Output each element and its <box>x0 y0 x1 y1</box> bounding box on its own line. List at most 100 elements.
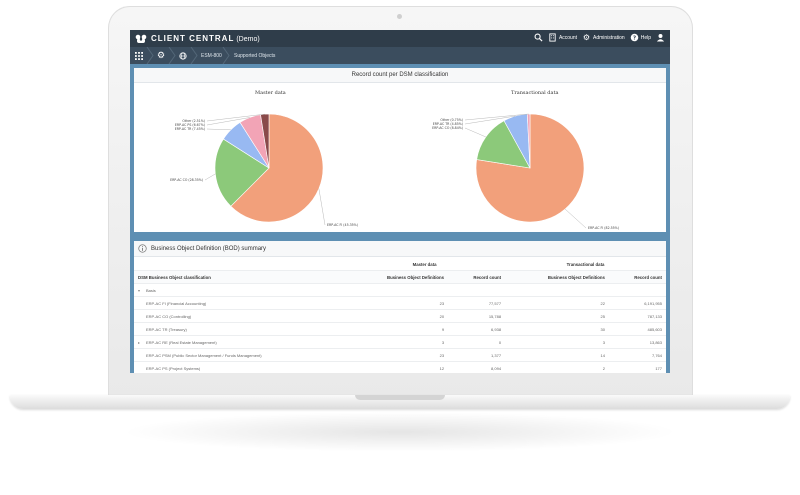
cell-master-count: 15,788 <box>448 309 506 323</box>
top-navbar: CLIENT CENTRAL (Demo) Account ⚙ Administr… <box>130 30 670 47</box>
cell-master-bod: 20 <box>344 309 449 323</box>
col-master-bod[interactable]: Business Object Definitions <box>344 270 449 284</box>
cell-trans-bod: 30 <box>505 322 609 336</box>
row-classification: ERP-AC TR (Treasury) <box>134 322 345 336</box>
cell-trans-count <box>608 283 666 297</box>
brand-title[interactable]: CLIENT CENTRAL (Demo) <box>151 34 260 43</box>
table-row[interactable]: ▾ Basis <box>134 283 666 297</box>
user-icon <box>656 33 665 42</box>
laptop-shadow <box>120 412 680 452</box>
app-screen: CLIENT CENTRAL (Demo) Account ⚙ Administr… <box>130 30 670 373</box>
table-row[interactable]: ERP-AC PS (Project Systems) 12 8,094 2 177 <box>134 361 666 373</box>
table-row[interactable]: ▸ ERP-AC RE (Real Estate Management) 3 0 3 13… <box>134 335 666 349</box>
table-header: DSM Business Object classification Busin… <box>134 270 666 284</box>
row-classification: ERP-AC PS (Project Systems) <box>134 361 345 373</box>
globe-icon <box>179 51 187 60</box>
cell-trans-bod: 14 <box>505 348 609 362</box>
apps-grid-button[interactable] <box>135 47 143 64</box>
row-toggle-icon[interactable]: ▸ <box>138 340 146 345</box>
brand-suffix: (Demo) <box>236 36 260 43</box>
cell-master-bod: 9 <box>344 322 449 336</box>
row-classification: ERP-AC CO (Controlling) <box>134 309 345 323</box>
cell-master-count <box>448 283 506 297</box>
chevron-right-icon <box>222 47 230 64</box>
cell-trans-count: 787,133 <box>608 309 666 323</box>
bod-summary-panel: Business Object Definition (BOD) summary… <box>134 241 666 373</box>
row-name: ERP-AC PS (Project Systems) <box>146 365 201 371</box>
group-transactional-data: Transactional data <box>505 258 666 271</box>
label-leader-line <box>564 208 587 229</box>
row-classification: ERP-AC PSM (Public Sector Management / F… <box>134 348 345 362</box>
table-row[interactable]: ERP-AC TR (Treasury) 9 6,938 30 485,603 <box>134 322 666 336</box>
breadcrumb: ⚙ ESM-800 Supported Objects <box>130 47 670 64</box>
cell-master-count: 0 <box>448 335 506 349</box>
col-master-count[interactable]: Record count <box>448 270 506 284</box>
cell-trans-bod: 3 <box>505 335 609 349</box>
account-menu[interactable]: Account <box>548 33 577 42</box>
pie-slice-label: Other (2.51%) <box>182 119 205 123</box>
record-count-panel: Record count per DSM classification Mast… <box>134 68 666 232</box>
bod-summary-header: Business Object Definition (BOD) summary <box>134 241 666 257</box>
grid-icon <box>135 51 143 60</box>
row-classification: ▾ Basis <box>134 283 345 297</box>
row-name: ERP-AC FI (Financial Accounting) <box>146 300 207 306</box>
cell-trans-count: 6,191,955 <box>608 296 666 310</box>
user-menu[interactable] <box>656 33 665 42</box>
col-trans-bod[interactable]: Business Object Definitions <box>505 270 609 284</box>
row-name: ERP-AC RE (Real Estate Management) <box>146 339 217 345</box>
row-toggle-icon[interactable]: ▾ <box>138 288 146 293</box>
group-spacer <box>134 258 345 271</box>
help-menu[interactable]: ? Help <box>630 33 651 42</box>
cell-trans-bod: 22 <box>505 296 609 310</box>
settings-crumb[interactable]: ⚙ <box>157 47 165 64</box>
cell-master-bod: 23 <box>344 348 449 362</box>
account-label: Account <box>558 34 578 41</box>
search-button[interactable] <box>534 33 543 42</box>
label-leader-line <box>204 173 216 181</box>
cell-master-count: 8,094 <box>448 361 506 373</box>
cell-trans-bod: 25 <box>505 309 609 323</box>
record-count-title: Record count per DSM classification <box>134 68 666 83</box>
table-row[interactable]: ERP-AC FI (Financial Accounting) 23 77,577… <box>134 296 666 310</box>
cell-trans-bod: 2 <box>505 361 609 373</box>
cell-master-bod <box>344 283 449 297</box>
col-trans-count[interactable]: Record count <box>608 270 666 284</box>
transactional-pie-chart: ERP-AC FI (82.55%) ERP-AC CO (8.84%)ERP-A… <box>432 113 619 230</box>
breadcrumb-item-esm[interactable]: ESM-800 <box>201 47 222 64</box>
table-group-header: Master data Transactional data <box>134 258 666 271</box>
pie-slice-label: ERP-AC FI (45.35%) <box>327 223 358 227</box>
breadcrumb-item-supported-objects[interactable]: Supported Objects <box>234 47 275 64</box>
chevron-right-icon <box>168 47 176 64</box>
table-row[interactable]: ERP-AC PSM (Public Sector Management / F… <box>134 348 666 362</box>
table-row[interactable]: ERP-AC CO (Controlling) 20 15,788 25 787,133 <box>134 309 666 323</box>
pie-slice-label: ERP-AC TR (7.45%) <box>175 127 205 131</box>
globe-crumb[interactable] <box>179 47 187 64</box>
cell-master-bod: 12 <box>344 361 449 373</box>
row-classification: ▸ ERP-AC RE (Real Estate Management) <box>134 335 345 349</box>
chevron-right-icon <box>146 47 154 64</box>
cell-master-bod: 23 <box>344 296 449 310</box>
cell-trans-count: 7,764 <box>608 348 666 362</box>
administration-menu[interactable]: ⚙ Administration <box>582 33 625 42</box>
col-classification[interactable]: DSM Business Object classification <box>134 270 345 284</box>
row-name: ERP-AC CO (Controlling) <box>146 313 192 319</box>
laptop-notch <box>355 395 445 400</box>
label-leader-line <box>464 127 486 138</box>
row-classification: ERP-AC FI (Financial Accounting) <box>134 296 345 310</box>
pie-slice-label: ERP-AC FI (82.55%) <box>588 226 619 230</box>
cell-trans-count: 13,863 <box>608 335 666 349</box>
building-icon <box>549 33 556 42</box>
row-name: ERP-AC TR (Treasury) <box>146 326 187 332</box>
logo-icon <box>135 34 147 43</box>
gear-icon: ⚙ <box>582 33 591 42</box>
pie-slice-label: ERP-AC CO (8.84%) <box>432 126 463 130</box>
brand-name: CLIENT CENTRAL <box>151 34 235 43</box>
chevron-right-icon <box>190 47 198 64</box>
gear-icon: ⚙ <box>157 50 166 60</box>
cell-master-count: 6,938 <box>448 322 506 336</box>
info-icon <box>138 244 147 253</box>
cell-master-count: 77,577 <box>448 296 506 310</box>
bod-table: Master data Transactional data DSM Busin… <box>134 258 666 373</box>
svg-text:?: ? <box>633 35 636 41</box>
help-icon: ? <box>630 33 638 41</box>
